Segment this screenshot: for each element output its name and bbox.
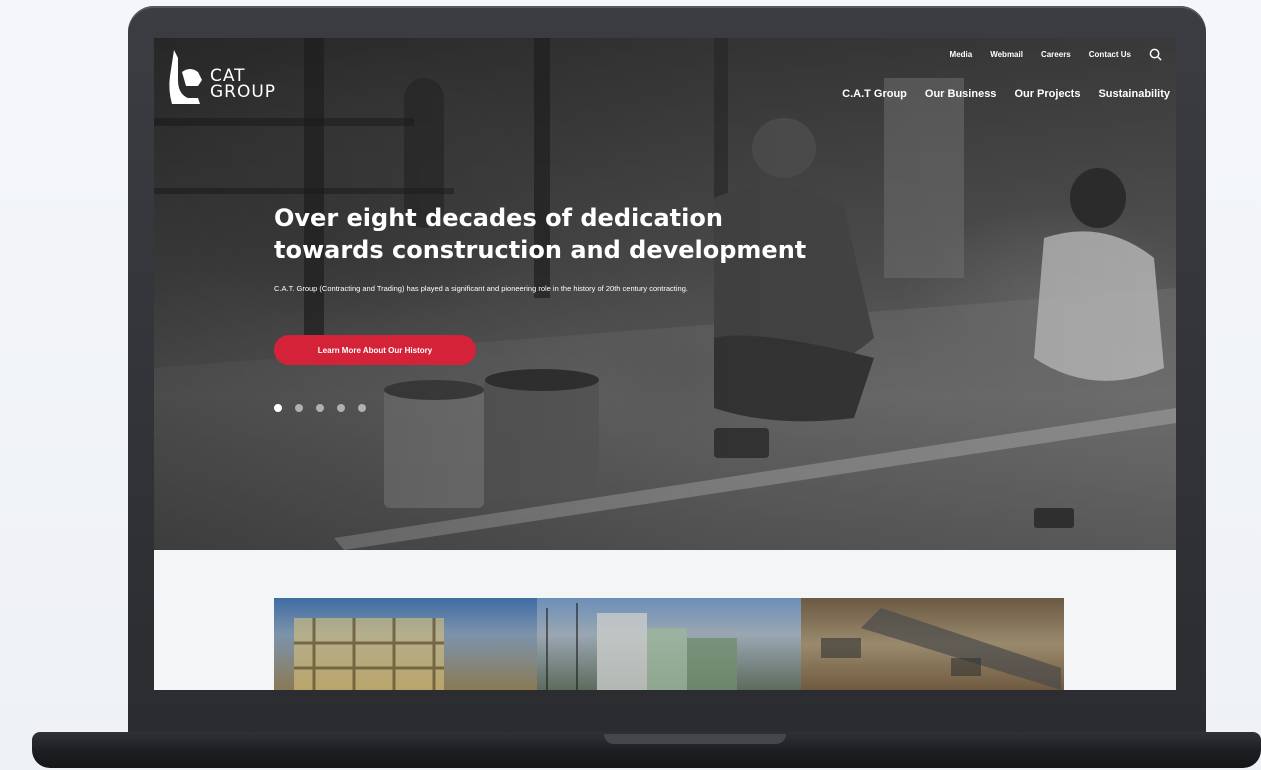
carousel-dot[interactable] xyxy=(337,404,345,412)
utility-nav: Media Webmail Careers Contact Us xyxy=(950,48,1162,61)
project-tile[interactable] xyxy=(537,598,801,690)
main-nav: C.A.T Group Our Business Our Projects Su… xyxy=(842,88,1170,100)
tile-photo xyxy=(294,618,444,690)
content-section xyxy=(154,550,1176,690)
carousel-dot[interactable] xyxy=(358,404,366,412)
project-tile[interactable] xyxy=(274,598,538,690)
project-tiles xyxy=(274,598,1064,690)
nav-sustainability[interactable]: Sustainability xyxy=(1098,88,1170,100)
nav-webmail[interactable]: Webmail xyxy=(990,50,1023,59)
logo-wordmark: CAT GROUP xyxy=(210,68,277,102)
cat-group-logo[interactable]: CAT GROUP xyxy=(168,50,276,104)
hero-overlay xyxy=(154,38,1176,550)
hero-subtitle: C.A.T. Group (Contracting and Trading) h… xyxy=(274,284,688,293)
carousel-dots xyxy=(274,404,366,412)
hero-section: CAT GROUP Media Webmail Careers Contact … xyxy=(154,38,1176,550)
laptop-base xyxy=(32,732,1261,768)
nav-contact-us[interactable]: Contact Us xyxy=(1089,50,1131,59)
project-tile[interactable] xyxy=(800,598,1064,690)
carousel-dot[interactable] xyxy=(274,404,282,412)
tile-photo xyxy=(820,608,1061,690)
nav-cat-group[interactable]: C.A.T Group xyxy=(842,88,907,100)
hero-title-line2: towards construction and development xyxy=(274,236,807,264)
logo-line2: GROUP xyxy=(210,82,277,102)
tile-photo xyxy=(546,603,738,690)
carousel-dot[interactable] xyxy=(295,404,303,412)
carousel-dot[interactable] xyxy=(316,404,324,412)
nav-our-projects[interactable]: Our Projects xyxy=(1014,88,1080,100)
learn-more-history-button[interactable]: Learn More About Our History xyxy=(274,335,476,365)
search-icon[interactable] xyxy=(1149,48,1162,61)
hero-title-line1: Over eight decades of dedication xyxy=(274,204,723,232)
nav-careers[interactable]: Careers xyxy=(1041,50,1071,59)
laptop-notch xyxy=(604,734,786,744)
laptop-screen: CAT GROUP Media Webmail Careers Contact … xyxy=(154,38,1176,690)
cat-logo-icon xyxy=(169,50,202,104)
hero-title: Over eight decades of dedication towards… xyxy=(274,202,914,266)
page-background: CAT GROUP Media Webmail Careers Contact … xyxy=(0,0,1261,770)
nav-our-business[interactable]: Our Business xyxy=(925,88,997,100)
nav-media[interactable]: Media xyxy=(950,50,973,59)
